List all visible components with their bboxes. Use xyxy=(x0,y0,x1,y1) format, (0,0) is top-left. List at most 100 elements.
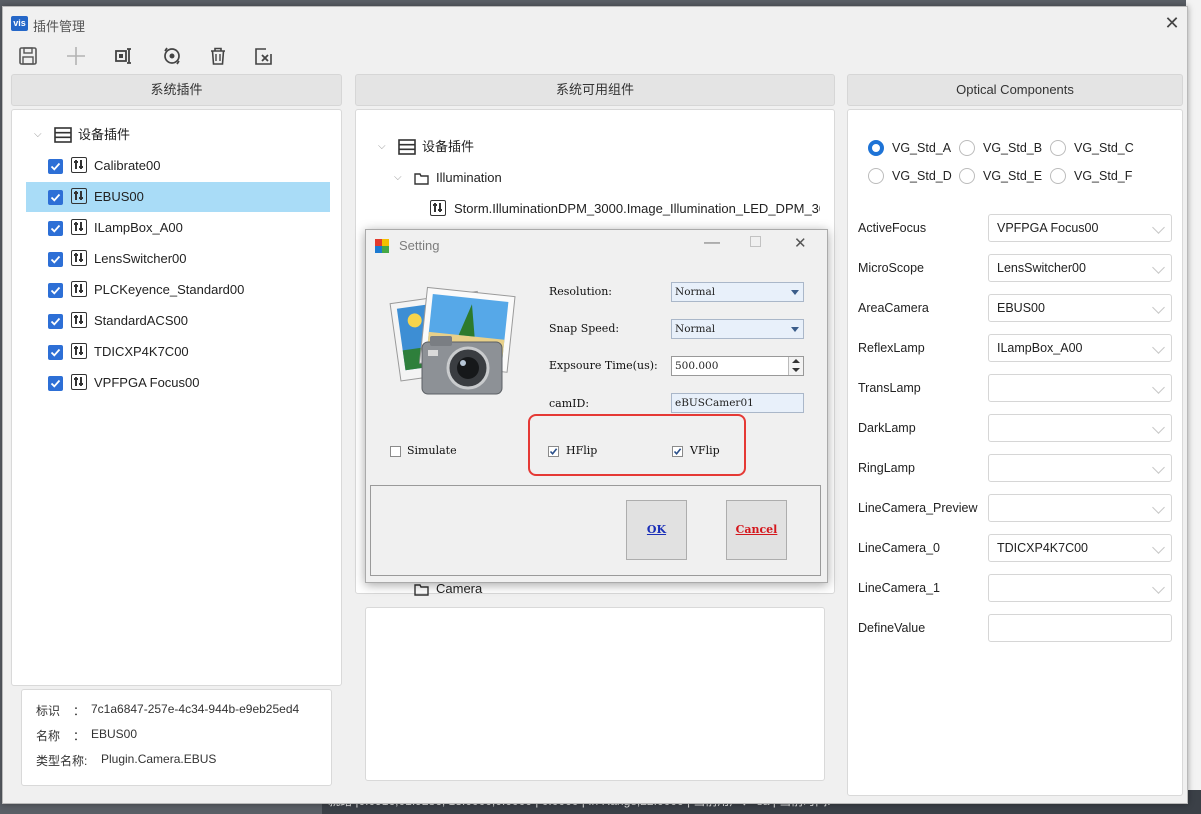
plugin-checkbox[interactable] xyxy=(48,314,63,329)
refresh-icon[interactable] xyxy=(159,43,185,69)
property-select[interactable]: EBUS00 xyxy=(988,294,1172,322)
save-icon[interactable] xyxy=(15,43,41,69)
close-icon[interactable]: ✕ xyxy=(1161,12,1183,34)
plugin-item[interactable]: VPFPGA Focus00 xyxy=(26,368,330,398)
radio-label: VG_Std_F xyxy=(1074,169,1133,183)
plugin-info-box: 标识 ： 7c1a6847-257e-4c34-944b-e9eb25ed4 名… xyxy=(21,689,332,786)
property-select[interactable] xyxy=(988,494,1172,522)
radio-button[interactable] xyxy=(868,168,884,184)
radio-label: VG_Std_D xyxy=(892,169,952,183)
cam-id-label: camID: xyxy=(549,397,590,410)
plugin-item-label: Calibrate00 xyxy=(94,158,161,173)
delete-icon[interactable] xyxy=(205,43,231,69)
property-select[interactable]: LensSwitcher00 xyxy=(988,254,1172,282)
property-select[interactable] xyxy=(988,574,1172,602)
property-label: DarkLamp xyxy=(858,421,916,435)
radio-button[interactable] xyxy=(959,140,975,156)
chevron-down-icon xyxy=(1152,341,1165,354)
plugin-item[interactable]: LensSwitcher00 xyxy=(26,244,330,274)
id-separator: ： xyxy=(73,704,86,718)
cam-id-value: eBUSCamer01 xyxy=(675,397,754,409)
property-select[interactable]: TDICXP4K7C00 xyxy=(988,534,1172,562)
vflip-checkbox[interactable] xyxy=(672,446,683,457)
property-select[interactable] xyxy=(988,414,1172,442)
plugin-checkbox[interactable] xyxy=(48,345,63,360)
snap-speed-label: Snap Speed: xyxy=(549,322,620,335)
plugin-icon xyxy=(71,374,87,390)
property-select[interactable] xyxy=(988,374,1172,402)
plugin-checkbox[interactable] xyxy=(48,283,63,298)
radio-button[interactable] xyxy=(868,140,884,156)
plugin-icon xyxy=(71,188,87,204)
camera-photos-icon xyxy=(388,282,518,412)
plugin-item[interactable]: StandardACS00 xyxy=(26,306,330,336)
resolution-select[interactable]: Normal xyxy=(671,282,804,302)
chevron-down-icon xyxy=(1152,501,1165,514)
exposure-time-label: Expsoure Time(us): xyxy=(549,359,658,372)
chevron-down-icon xyxy=(1152,461,1165,474)
snap-speed-select[interactable]: Normal xyxy=(671,319,804,339)
exposure-time-input[interactable]: 500.000 xyxy=(671,356,804,376)
dialog-close-icon[interactable]: ✕ xyxy=(794,234,807,252)
add-icon[interactable] xyxy=(63,43,89,69)
optical-components-panel: VG_Std_A VG_Std_B VG_Std_C VG_Std_D VG_Std_E… xyxy=(847,109,1183,796)
spinner-buttons[interactable] xyxy=(788,357,803,375)
plugin-icon xyxy=(71,157,87,173)
property-input[interactable] xyxy=(988,614,1172,642)
dropdown-arrow-icon xyxy=(791,290,799,295)
chevron-down-icon[interactable]: ⌵ xyxy=(34,120,42,150)
property-select[interactable]: VPFPGA Focus00 xyxy=(988,214,1172,242)
property-label: DefineValue xyxy=(858,621,926,635)
chevron-down-icon[interactable]: ⌵ xyxy=(394,163,402,193)
minimize-icon[interactable]: — xyxy=(704,234,720,252)
clear-icon[interactable] xyxy=(251,43,277,69)
plugin-icon xyxy=(71,219,87,235)
spin-down-icon[interactable] xyxy=(792,368,800,372)
chevron-down-icon xyxy=(1152,381,1165,394)
plugin-item[interactable]: Calibrate00 xyxy=(26,151,330,181)
property-label: LineCamera_1 xyxy=(858,581,940,595)
plugin-checkbox[interactable] xyxy=(48,221,63,236)
snap-speed-value: Normal xyxy=(675,323,716,335)
plugin-checkbox[interactable] xyxy=(48,190,63,205)
setting-dialog: Setting — ✕ Resolution: Normal Snap Spee… xyxy=(365,229,828,583)
radio-button[interactable] xyxy=(1050,168,1066,184)
type-value: Plugin.Camera.EBUS xyxy=(101,752,217,766)
ok-button[interactable]: OK xyxy=(626,500,687,560)
plugin-item[interactable]: PLCKeyence_Standard00 xyxy=(26,275,330,305)
simulate-checkbox[interactable] xyxy=(390,446,401,457)
plugin-item[interactable]: EBUS00 xyxy=(26,182,330,212)
plugin-tree-panel: ⌵ 设备插件 Calibrate00 EBUS00 ILampBox_A00 Lens… xyxy=(11,109,342,686)
cam-id-input[interactable]: eBUSCamer01 xyxy=(671,393,804,413)
radio-button[interactable] xyxy=(959,168,975,184)
cancel-button[interactable]: Cancel xyxy=(726,500,787,560)
plugin-icon xyxy=(71,312,87,328)
plugin-item-label: PLCKeyence_Standard00 xyxy=(94,282,245,297)
plugin-icon xyxy=(71,343,87,359)
property-value: TDICXP4K7C00 xyxy=(997,541,1089,555)
server-icon xyxy=(54,127,72,143)
plugin-item-label: VPFPGA Focus00 xyxy=(94,375,200,390)
hflip-checkbox[interactable] xyxy=(548,446,559,457)
chevron-down-icon[interactable]: ⌵ xyxy=(378,132,386,162)
app-logo: vis xyxy=(11,16,28,31)
edit-icon[interactable] xyxy=(111,43,137,69)
plugin-item[interactable]: ILampBox_A00 xyxy=(26,213,330,243)
chevron-down-icon xyxy=(1152,581,1165,594)
plugin-checkbox[interactable] xyxy=(48,159,63,174)
illumination-component-item[interactable]: Storm.IlluminationDPM_3000.Image_Illumin… xyxy=(430,194,820,224)
plugin-item[interactable]: TDICXP4K7C00 xyxy=(26,337,330,367)
radio-button[interactable] xyxy=(1050,140,1066,156)
left-panel-header: 系统插件 xyxy=(11,74,342,106)
plugin-checkbox[interactable] xyxy=(48,376,63,391)
plugin-checkbox[interactable] xyxy=(48,252,63,267)
id-value: 7c1a6847-257e-4c34-944b-e9eb25ed4 xyxy=(91,702,300,716)
property-select[interactable]: ILampBox_A00 xyxy=(988,334,1172,362)
resolution-value: Normal xyxy=(675,286,716,298)
plugin-item-label: LensSwitcher00 xyxy=(94,251,187,266)
property-select[interactable] xyxy=(988,454,1172,482)
component-detail-box xyxy=(365,607,825,781)
spin-up-icon[interactable] xyxy=(792,359,800,363)
illumination-component-label: Storm.IlluminationDPM_3000.Image_Illumin… xyxy=(454,201,820,216)
tree-root-label: 设备插件 xyxy=(78,127,131,142)
